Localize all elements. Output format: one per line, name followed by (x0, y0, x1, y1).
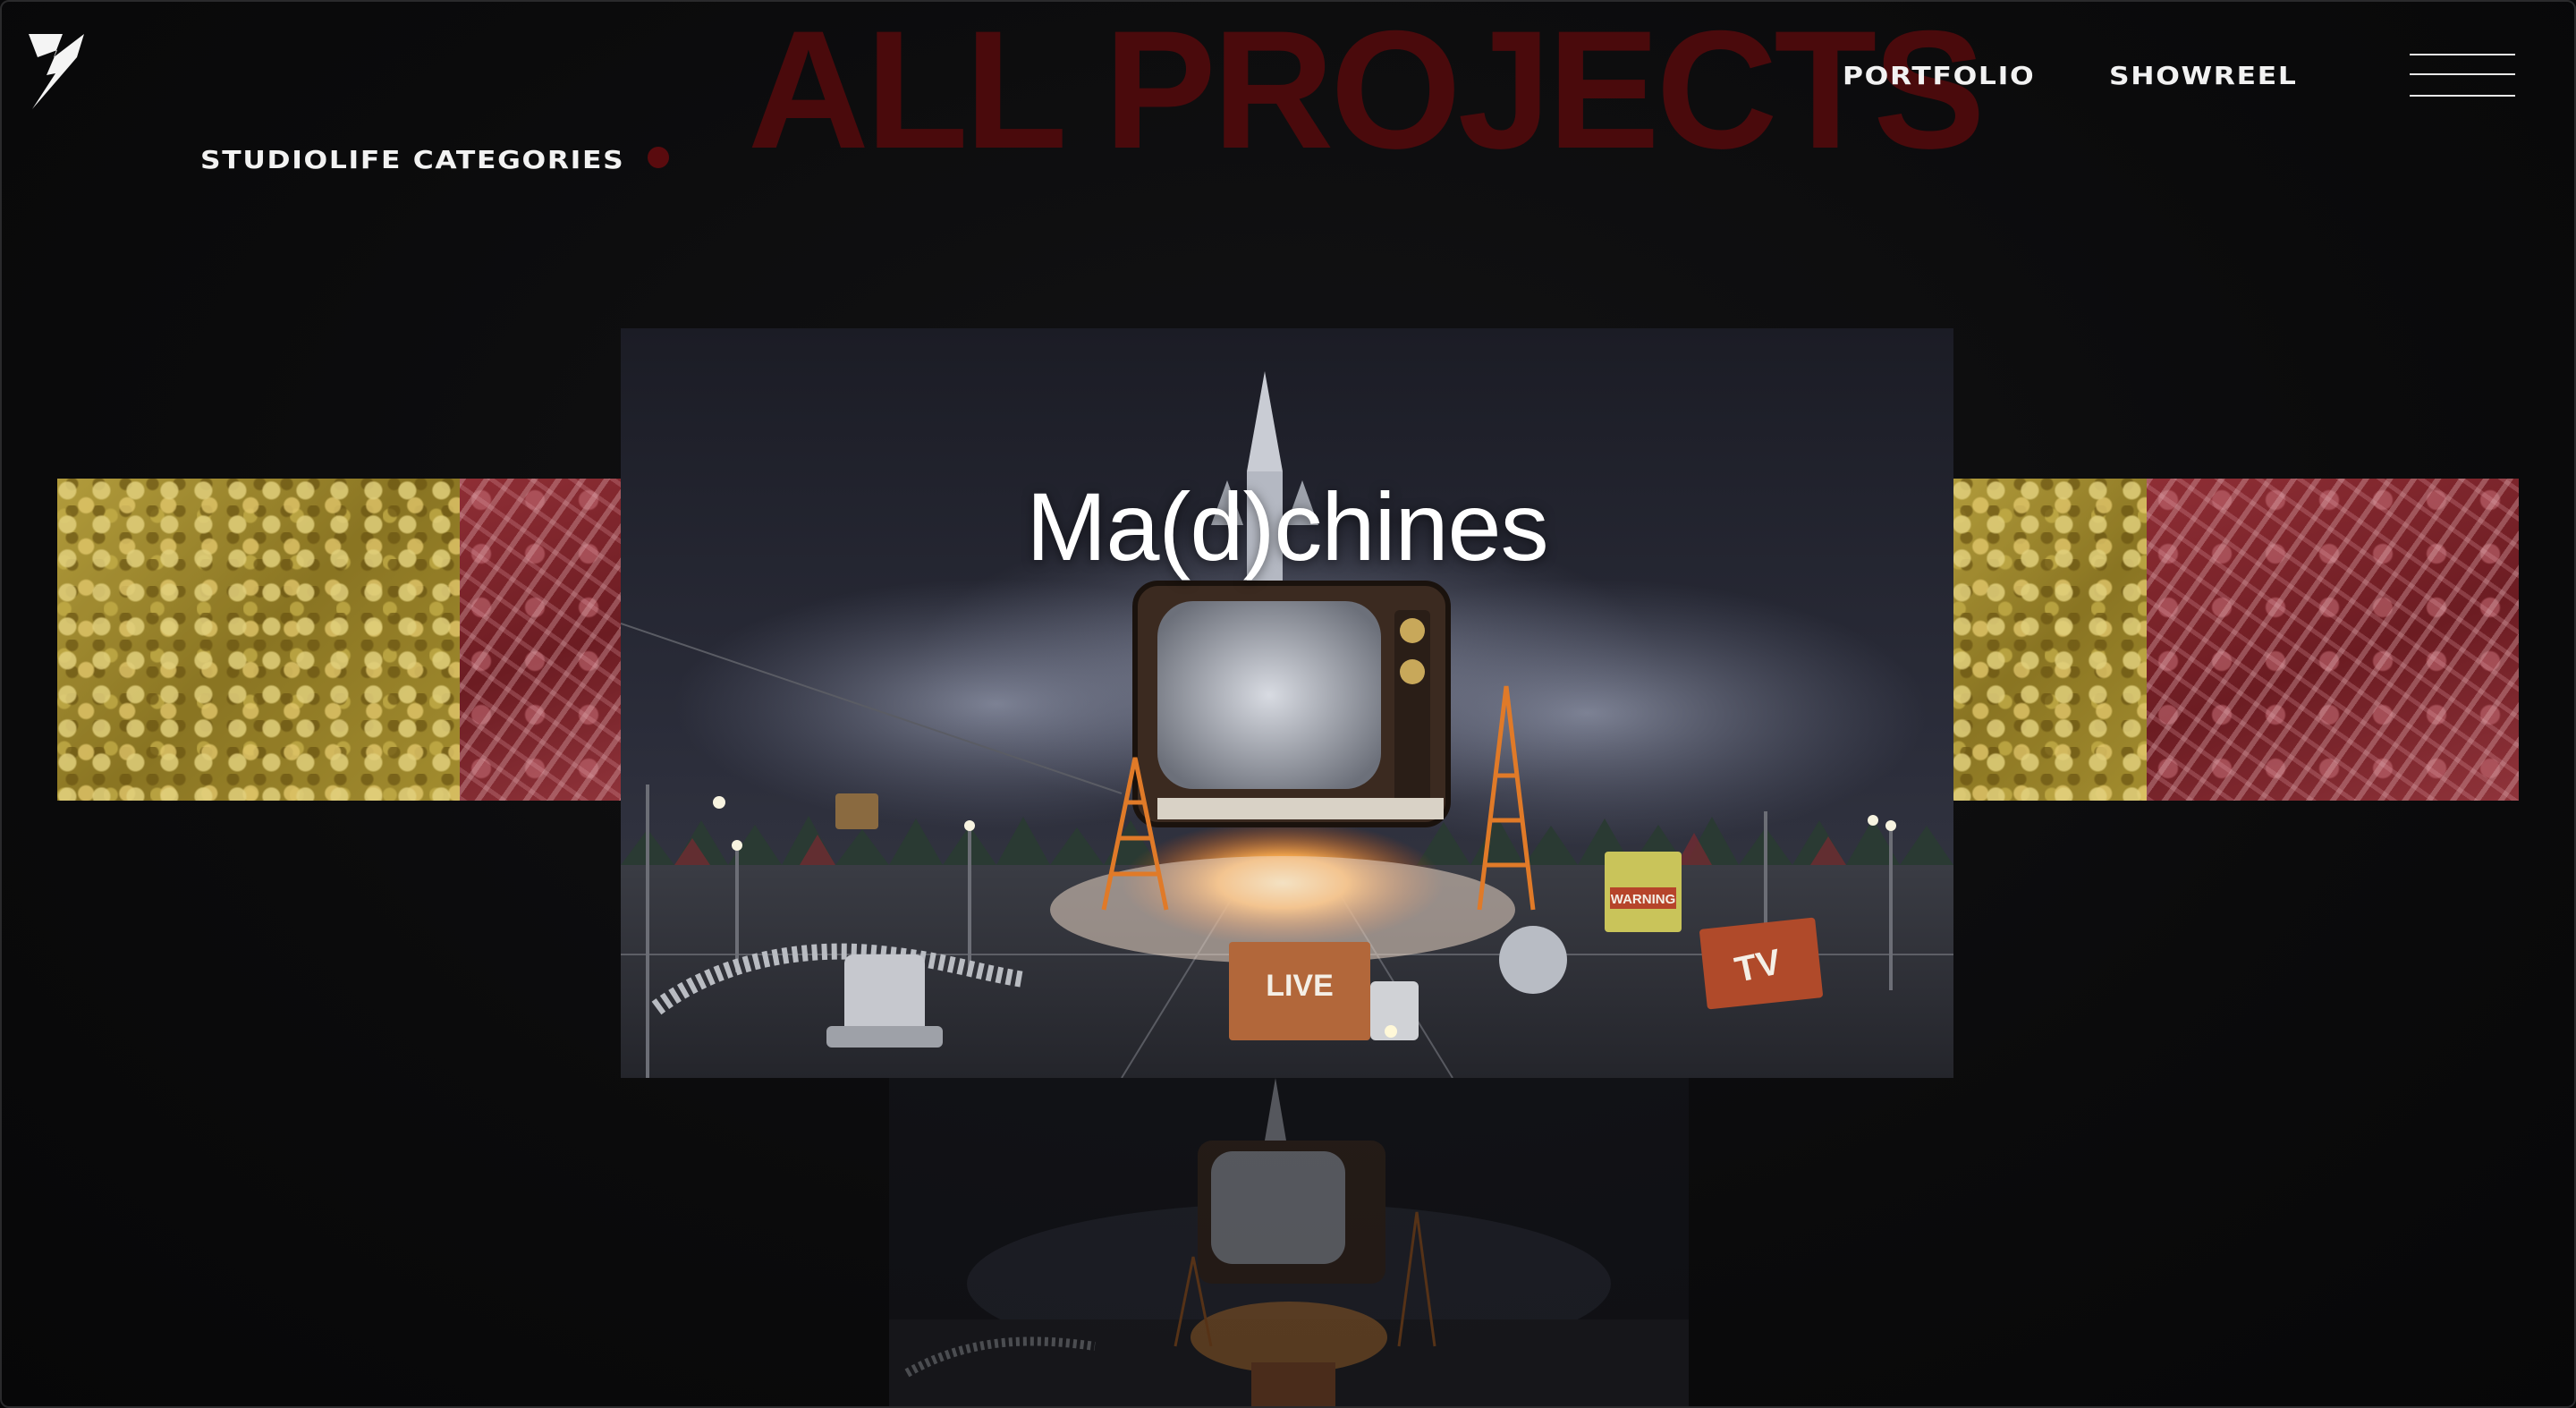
page: ALL PROJECTS PORTFOLIO SHOWREEL STUDIOLI… (0, 0, 2576, 1408)
featured-project-card[interactable]: LIVE TV WARNING Ma(d)chines (621, 328, 1953, 1078)
carousel-card-left[interactable] (57, 479, 623, 801)
nav-showreel-link[interactable]: SHOWREEL (2109, 61, 2298, 90)
active-indicator-dot (648, 147, 669, 168)
lightning-bolt-logo[interactable] (27, 30, 89, 111)
studiolife-categories-link[interactable]: STUDIOLIFE CATEGORIES (200, 145, 624, 174)
carousel-card-below[interactable] (889, 1078, 1689, 1408)
machines-scene-preview-image (889, 1078, 1689, 1408)
page-title: ALL PROJECTS (748, 0, 1986, 183)
carousel-card-right[interactable] (1952, 479, 2519, 801)
featured-project-title: Ma(d)chines (1026, 472, 1548, 581)
hamburger-line (2410, 95, 2515, 97)
billboard-sign: WARNING (1611, 892, 1676, 907)
truck-sign-live: LIVE (1266, 969, 1334, 1003)
machines-scene-image: LIVE TV WARNING (621, 328, 1953, 1078)
hamburger-line (2410, 73, 2515, 75)
nav-portfolio-link[interactable]: PORTFOLIO (1843, 61, 2035, 90)
hamburger-line (2410, 54, 2515, 55)
hamburger-icon[interactable] (2410, 52, 2515, 100)
